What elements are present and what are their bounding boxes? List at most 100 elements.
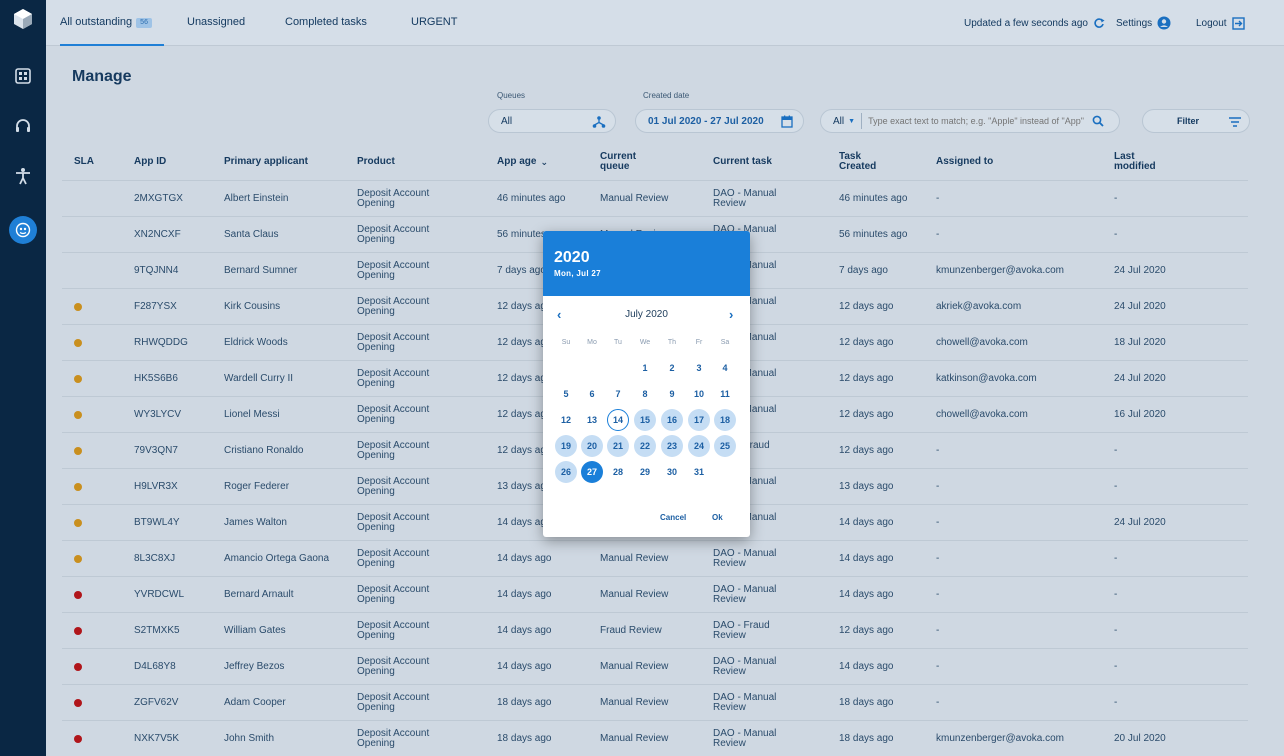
assigned-to-cell: katkinson@avoka.com (936, 373, 1037, 384)
col-task-created[interactable]: Task Created (839, 144, 876, 180)
calendar-day-number: 23 (661, 435, 683, 457)
last-modified-cell: - (1114, 229, 1118, 240)
col-current-queue[interactable]: Current queue (600, 144, 636, 180)
search-icon[interactable] (1092, 115, 1104, 127)
search-scope-select[interactable]: All ▼ (833, 110, 855, 132)
calendar-day[interactable]: 4 (712, 357, 738, 379)
divider (861, 113, 863, 129)
product-cell: Deposit Account Opening (357, 260, 430, 281)
table-row[interactable]: 2MXGTGX Albert Einstein Deposit Account Op… (62, 180, 1248, 216)
calendar-day[interactable]: 27 (579, 461, 605, 483)
accessibility-icon[interactable] (13, 166, 33, 186)
weekday-label: Fr (695, 339, 703, 346)
col-product[interactable]: Product (357, 144, 395, 180)
calendar-day[interactable]: 15 (632, 409, 658, 431)
table-row[interactable]: S2TMXK5 William Gates Deposit Account Open… (62, 612, 1248, 648)
calendar-day[interactable]: 14 (605, 409, 631, 431)
sla-status-dot (74, 519, 82, 527)
table-row[interactable]: YVRDCWL Bernard Arnault Deposit Account Op… (62, 576, 1248, 612)
table-row[interactable]: NXK7V5K John Smith Deposit Account Opening… (62, 720, 1248, 756)
calendar-day[interactable]: 23 (659, 435, 685, 457)
calendar-day[interactable]: 9 (659, 383, 685, 405)
applicant-cell: John Smith (224, 733, 275, 744)
calendar-day[interactable]: 21 (605, 435, 631, 457)
next-month-icon[interactable]: › (729, 307, 733, 322)
created-date-field[interactable]: 01 Jul 2020 - 27 Jul 2020 (635, 109, 804, 133)
calendar-day[interactable]: 5 (553, 383, 579, 405)
calendar-day[interactable]: 29 (632, 461, 658, 483)
applicant-cell: Eldrick Woods (224, 337, 288, 348)
cancel-button[interactable]: Cancel (660, 513, 686, 522)
table-row[interactable]: D4L68Y8 Jeffrey Bezos Deposit Account Open… (62, 648, 1248, 684)
col-sla[interactable]: SLA (74, 144, 94, 180)
calendar-day[interactable]: 2 (659, 357, 685, 379)
calendar-day[interactable]: 8 (632, 383, 658, 405)
app-age-cell: 46 minutes ago (497, 193, 566, 204)
calendar-day[interactable]: 10 (686, 383, 712, 405)
col-app-age[interactable]: App age ⌄ (497, 144, 548, 180)
tab-urgent[interactable]: URGENT (411, 0, 457, 46)
page-title: Manage (72, 68, 132, 85)
calendar-day[interactable]: 26 (553, 461, 579, 483)
refresh-button[interactable]: Updated a few seconds ago (964, 0, 1105, 46)
dashboard-icon[interactable] (13, 66, 33, 86)
calendar-day-number: 25 (714, 435, 736, 457)
col-primary-applicant[interactable]: Primary applicant (224, 144, 308, 180)
task-created-cell: 13 days ago (839, 481, 894, 492)
calendar-day[interactable]: 24 (686, 435, 712, 457)
manage-nav-icon[interactable] (9, 216, 37, 244)
calendar-day[interactable]: 7 (605, 383, 631, 405)
applicant-cell: Roger Federer (224, 481, 290, 492)
task-created-cell: 12 days ago (839, 409, 894, 420)
calendar-day-number: 11 (720, 389, 730, 399)
product-cell: Deposit Account Opening (357, 224, 430, 245)
date-picker-year[interactable]: 2020 (554, 249, 590, 267)
product-cell: Deposit Account Opening (357, 548, 430, 569)
col-app-id[interactable]: App ID (134, 144, 166, 180)
tab-all-outstanding[interactable]: All outstanding 56 (60, 0, 164, 46)
task-created-cell: 12 days ago (839, 301, 894, 312)
calendar-day[interactable]: 19 (553, 435, 579, 457)
col-current-task[interactable]: Current task (713, 144, 772, 180)
calendar-day[interactable]: 30 (659, 461, 685, 483)
calendar-day[interactable]: 11 (712, 383, 738, 405)
calendar-day[interactable]: 28 (605, 461, 631, 483)
table-row[interactable]: ZGFV62V Adam Cooper Deposit Account Openin… (62, 684, 1248, 720)
calendar-day[interactable]: 18 (712, 409, 738, 431)
calendar-day[interactable]: 20 (579, 435, 605, 457)
logout-button[interactable]: Logout (1196, 0, 1245, 46)
calendar-day[interactable]: 1 (632, 357, 658, 379)
tab-completed-tasks[interactable]: Completed tasks (285, 0, 367, 46)
calendar-day[interactable]: 13 (579, 409, 605, 431)
calendar-day-number: 20 (581, 435, 603, 457)
table-row[interactable]: 8L3C8XJ Amancio Ortega Gaona Deposit Accou… (62, 540, 1248, 576)
app-age-cell: 14 days ago (497, 589, 552, 600)
sla-status-dot (74, 483, 82, 491)
calendar-day[interactable]: 22 (632, 435, 658, 457)
applicant-cell: Cristiano Ronaldo (224, 445, 304, 456)
calendar-day[interactable]: 6 (579, 383, 605, 405)
search-input[interactable] (868, 116, 1091, 126)
calendar-day[interactable]: 31 (686, 461, 712, 483)
headset-icon[interactable] (13, 116, 33, 136)
calendar-day[interactable]: 3 (686, 357, 712, 379)
filter-button[interactable]: Filter (1142, 109, 1250, 133)
app-id-cell: WY3LYCV (134, 409, 182, 420)
applicant-cell: Wardell Curry II (224, 373, 294, 384)
ok-button[interactable]: Ok (712, 513, 723, 522)
calendar-day[interactable]: 16 (659, 409, 685, 431)
calendar-day-number: 18 (714, 409, 736, 431)
queues-select[interactable]: All (488, 109, 616, 133)
calendar-day[interactable]: 12 (553, 409, 579, 431)
calendar-day-number: 16 (661, 409, 683, 431)
calendar-day-number: 21 (607, 435, 629, 457)
tab-urgent-label: URGENT (411, 16, 458, 28)
calendar-day[interactable]: 25 (712, 435, 738, 457)
assigned-to-cell: - (936, 589, 940, 600)
settings-button[interactable]: Settings (1116, 0, 1171, 46)
tab-unassigned[interactable]: Unassigned (187, 0, 245, 46)
app-logo-icon[interactable] (12, 8, 34, 30)
col-last-modified[interactable]: Last modified (1114, 144, 1156, 180)
calendar-day[interactable]: 17 (686, 409, 712, 431)
col-assigned-to[interactable]: Assigned to (936, 144, 993, 180)
